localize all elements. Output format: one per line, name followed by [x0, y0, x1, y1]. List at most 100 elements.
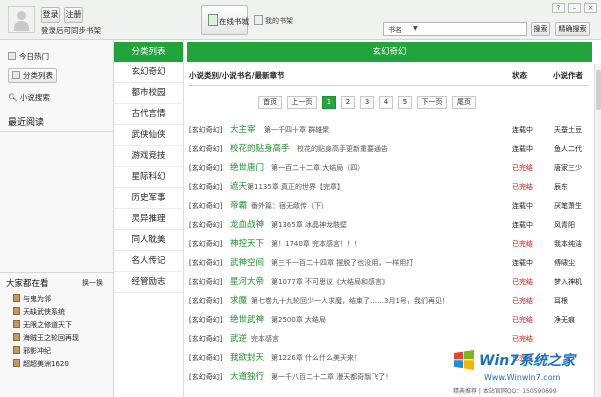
user-avatar[interactable] [8, 6, 35, 33]
bookshelf-icon [254, 15, 263, 25]
row-author[interactable]: 辰东 [554, 178, 568, 197]
tab-online-bookstore[interactable]: 在线书城 [201, 5, 249, 35]
category-item[interactable]: 名人传记 [114, 251, 183, 272]
table-row[interactable]: [玄幻奇幻] 帝霸 番外篇：宿无敌传（下） 连载中 厌笔萧生 [189, 197, 591, 216]
exact-search-button[interactable]: 精确搜索 [555, 22, 590, 36]
category-item[interactable]: 古代言情 [114, 104, 183, 125]
category-item[interactable]: 同人耽美 [114, 230, 183, 251]
row-author[interactable]: 厌笔萧生 [554, 197, 582, 216]
page-button[interactable]: 1 [322, 96, 336, 109]
row-author[interactable]: 净无痕 [554, 311, 575, 330]
row-chapter[interactable]: 第七卷九十九轮回少一人求魔，结束了……3月1号，我们再见！ [251, 292, 449, 311]
row-author[interactable]: 耳根 [554, 292, 568, 311]
page-button[interactable]: 5 [398, 96, 412, 109]
row-title[interactable]: 遮天 [230, 178, 247, 197]
left-sidebar: 今日热门 分类列表 🔍︎ 小说搜索 最近阅读 大家都在看 换一换 与鬼为邻 天缺… [0, 40, 114, 397]
category-item[interactable]: 玄幻奇幻 [114, 62, 183, 83]
row-title[interactable]: 求魔 [230, 292, 247, 311]
row-chapter[interactable]: 第一千八百二十二章 漫天都奇飘飞了！ [271, 368, 392, 387]
row-chapter[interactable]: 第1077章 不可思议《大结局和感言》 [271, 273, 389, 292]
search-icon: 🔍︎ [8, 93, 18, 102]
category-item[interactable]: 都市校园 [114, 83, 183, 104]
prev-page-button[interactable]: 上一页 [287, 96, 317, 109]
login-button[interactable]: 登录 [41, 7, 60, 23]
popular-item[interactable]: 邪影冲纪 [13, 345, 51, 357]
row-chapter[interactable]: 第1226章 什么什么美天来！ [271, 349, 361, 368]
row-chapter[interactable]: 第1365章 冰晶神龙骸壁 [271, 216, 347, 235]
refresh-link[interactable]: 换一换 [82, 278, 103, 288]
popular-item[interactable]: 与鬼为邻 [13, 293, 51, 305]
row-title[interactable]: 绝世唐门 [230, 159, 264, 178]
sidebar-item-today-hot[interactable]: 今日热门 [8, 50, 49, 65]
row-title[interactable]: 武神空间 [230, 254, 264, 273]
book-icon [13, 294, 20, 302]
row-title[interactable]: 大主宰 [230, 121, 256, 140]
row-author[interactable]: 风青阳 [554, 216, 575, 235]
popular-item[interactable]: 海贼王之轮回再现 [13, 332, 79, 344]
row-title[interactable]: 校花的贴身高手 [230, 140, 290, 159]
table-row[interactable]: [玄幻奇幻] 遮天 第1135章 真正的世界【完章】 已完结 辰东 [189, 178, 591, 197]
search-button[interactable]: 搜索 [531, 22, 550, 36]
sidebar-item-novel-search[interactable]: 🔍︎ 小说搜索 [8, 91, 50, 106]
register-button[interactable]: 注册 [64, 7, 83, 23]
table-row[interactable]: [玄幻奇幻] 求魔 第七卷九十九轮回少一人求魔，结束了……3月1号，我们再见！ 已完结… [189, 292, 591, 311]
row-author[interactable]: 天蚕土豆 [554, 121, 582, 140]
table-row[interactable]: [玄幻奇幻] 神控天下 第！1740章 完本感言！！！ 已完结 我本纯洁 [189, 235, 591, 254]
first-page-button[interactable]: 首页 [258, 96, 282, 109]
scrollbar-thumb[interactable] [596, 70, 601, 110]
last-page-button[interactable]: 尾页 [452, 96, 476, 109]
page-button[interactable]: 4 [379, 96, 393, 109]
table-row[interactable]: [玄幻奇幻] 星河大帝 第1077章 不可思议《大结局和感言》 已完结 梦入神机 [189, 273, 591, 292]
popular-item[interactable]: 超超美洲1620 [13, 358, 69, 370]
row-chapter[interactable]: 第1135章 真正的世界【完章】 [247, 178, 344, 197]
row-author[interactable]: 我本纯洁 [554, 235, 582, 254]
popular-item[interactable]: 天缺武侠系统 [13, 306, 65, 318]
row-title[interactable]: 武逆 [230, 330, 247, 349]
row-chapter[interactable]: 第一千四十章 群雄聚 [264, 121, 329, 140]
table-row[interactable]: [玄幻奇幻] 龙血战神 第1365章 冰晶神龙骸壁 连载中 风青阳 [189, 216, 591, 235]
close-button[interactable]: × [584, 3, 597, 13]
category-item[interactable]: 游戏竞技 [114, 146, 183, 167]
category-item[interactable]: 武侠仙侠 [114, 125, 183, 146]
search-type-select[interactable]: 书名 ▼ [383, 22, 527, 36]
sidebar-item-label: 今日热门 [19, 52, 49, 61]
row-chapter[interactable]: 番外篇：宿无敌传（下） [251, 197, 328, 216]
help-button[interactable]: ? [552, 3, 565, 13]
row-title[interactable]: 绝世武神 [230, 311, 264, 330]
table-row[interactable]: [玄幻奇幻] 绝世武神 第2500章 大结局 已完结 净无痕 [189, 311, 591, 330]
table-row[interactable]: [玄幻奇幻] 大主宰 第一千四十章 群雄聚 连载中 天蚕土豆 [189, 121, 591, 140]
minimize-button[interactable]: – [568, 3, 581, 13]
popular-item[interactable]: 无限之修道天下 [13, 319, 72, 331]
row-title[interactable]: 神控天下 [230, 235, 264, 254]
row-author[interactable]: 傅啸尘 [554, 254, 575, 273]
category-item[interactable]: 经管励志 [114, 272, 183, 293]
row-title[interactable]: 帝霸 [230, 197, 247, 216]
row-category: [玄幻奇幻] [189, 297, 223, 305]
row-title[interactable]: 大道独行 [230, 368, 264, 387]
row-chapter[interactable]: 完本感言 [251, 330, 279, 349]
popular-title: 大家都在看 [6, 279, 49, 289]
row-chapter[interactable]: 第一百二十二章 大结局（四） [271, 159, 364, 178]
category-item[interactable]: 灵异推理 [114, 209, 183, 230]
table-row[interactable]: [玄幻奇幻] 武神空间 第三千一百二十四章 摆脱了也没用，一样用打 连载中 傅啸尘 [189, 254, 591, 273]
page-button[interactable]: 2 [341, 96, 355, 109]
table-row[interactable]: [玄幻奇幻] 校花的贴身高手 校花的贴身高手更新重要通告 连载中 鱼人二代 [189, 140, 591, 159]
row-author[interactable]: 鱼人二代 [554, 140, 582, 159]
row-category: [玄幻奇幻] [189, 316, 223, 324]
category-item[interactable]: 历史军事 [114, 188, 183, 209]
next-page-button[interactable]: 下一页 [417, 96, 447, 109]
sidebar-item-category-list[interactable]: 分类列表 [8, 68, 57, 83]
page-button[interactable]: 3 [360, 96, 374, 109]
row-title[interactable]: 龙血战神 [230, 216, 264, 235]
row-status: 已完结 [512, 297, 533, 305]
table-row[interactable]: [玄幻奇幻] 绝世唐门 第一百二十二章 大结局（四） 已完结 唐家三少 [189, 159, 591, 178]
row-title[interactable]: 我欲封天 [230, 349, 264, 368]
row-chapter[interactable]: 校花的贴身高手更新重要通告 [297, 140, 388, 159]
row-chapter[interactable]: 第！1740章 完本感言！！！ [271, 235, 361, 254]
row-chapter[interactable]: 第三千一百二十四章 摆脱了也没用，一样用打 [271, 254, 413, 273]
row-chapter[interactable]: 第2500章 大结局 [271, 311, 326, 330]
row-author[interactable]: 唐家三少 [554, 159, 582, 178]
row-author[interactable]: 梦入神机 [554, 273, 582, 292]
row-title[interactable]: 星河大帝 [230, 273, 264, 292]
category-item[interactable]: 星际科幻 [114, 167, 183, 188]
